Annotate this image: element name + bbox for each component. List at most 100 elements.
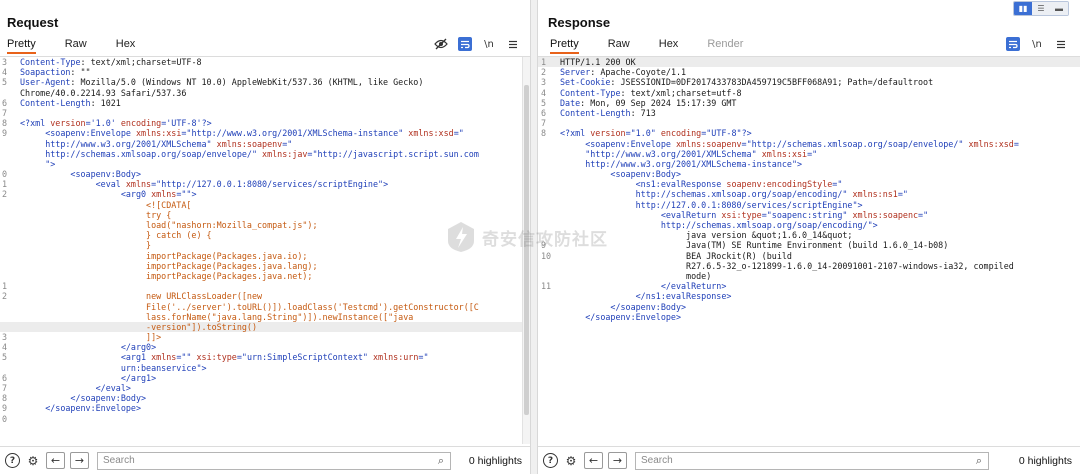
code-line: } catch (e) { [0, 230, 530, 240]
code-text: Server: Apache-Coyote/1.1 [560, 67, 687, 78]
code-line: 1 <eval xmlns="http://127.0.0.1:8080/ser… [0, 179, 530, 189]
scrollbar-thumb[interactable] [524, 85, 529, 415]
hamburger-icon[interactable] [1054, 37, 1068, 51]
code-text: HTTP/1.1 200 OK [560, 57, 636, 67]
code-text: Chrome/40.0.2214.93 Safari/537.36 [20, 87, 187, 98]
code-line: try { [0, 210, 530, 220]
search-input[interactable] [641, 455, 983, 466]
line-number: 4 [2, 67, 8, 78]
tab-render[interactable]: Render [707, 36, 743, 54]
code-text: } [20, 240, 152, 251]
line-number: 9 [2, 128, 8, 139]
code-line: 3 ]]> [0, 332, 530, 342]
code-line: 0 [0, 414, 530, 424]
tab-pretty[interactable]: Pretty [550, 36, 579, 54]
code-line: 0 <soapenv:Body> [0, 169, 530, 179]
search-box: ⌕ [635, 451, 989, 470]
response-editor[interactable]: 1 HTTP/1.1 200 OK 2 Server: Apache-Coyote/1… [538, 56, 1080, 444]
code-text: java version &quot;1.6.0_14&quot; [560, 230, 853, 241]
code-line: Chrome/40.0.2214.93 Safari/537.36 [0, 88, 530, 98]
request-search-bar: ? ⚙ ← → ⌕ 0 highlights [0, 446, 530, 474]
arrow-right-icon[interactable]: → [608, 452, 627, 469]
code-text: <arg1 xmlns="" xsi:type="urn:SimpleScrip… [20, 352, 429, 363]
help-icon[interactable]: ? [5, 453, 20, 468]
line-number: 7 [541, 118, 547, 129]
response-tabs: Pretty Raw Hex Render [543, 36, 765, 54]
response-pane: ▮▮ ☰ ▬ Response Pretty Raw Hex Render \n… [538, 0, 1080, 474]
hamburger-icon[interactable] [506, 37, 520, 51]
code-line: 4 Content-Type: text/xml;charset=utf-8 [538, 88, 1080, 98]
tab-raw[interactable]: Raw [608, 36, 630, 54]
line-number: 3 [541, 77, 547, 88]
code-text: "http://www.w3.org/2001/XMLSchema" xmlns… [560, 148, 818, 159]
tab-hex[interactable]: Hex [659, 36, 679, 54]
code-text: </soapenv:Body> [560, 301, 687, 312]
code-line: 2 <arg0 xmlns=""> [0, 189, 530, 199]
code-text: <soapenv:Body> [560, 169, 682, 180]
help-icon[interactable]: ? [543, 453, 558, 468]
code-line: -version"]).toString() [0, 321, 530, 333]
code-text: ]]> [20, 332, 162, 343]
code-text: http://schemas.xmlsoap.org/soap/encoding… [560, 189, 908, 200]
code-line: 1 HTTP/1.1 200 OK [538, 57, 1080, 68]
code-line: <ns1:evalResponse soapenv:encodingStyle=… [538, 179, 1080, 189]
split-vertical-icon[interactable]: ▮▮ [1014, 2, 1032, 15]
code-text: </soapenv:Body> [20, 393, 147, 404]
code-text: <arg0 xmlns=""> [20, 189, 197, 200]
code-text: http://www.w3.org/2001/XMLSchema-instanc… [560, 158, 803, 169]
line-number: 0 [2, 413, 8, 424]
code-line: 7 [0, 108, 530, 118]
search-box: ⌕ [97, 451, 451, 470]
search-input[interactable] [103, 455, 445, 466]
code-text: <soapenv:Envelope xmlns:soapenv="http://… [560, 138, 1019, 149]
code-line: http://schemas.xmlsoap.org/soap/encoding… [538, 220, 1080, 230]
line-number: 1 [2, 281, 8, 292]
tab-hex[interactable]: Hex [116, 36, 136, 54]
code-line: 5 <arg1 xmlns="" xsi:type="urn:SimpleScr… [0, 352, 530, 362]
code-line: 8 </soapenv:Body> [0, 393, 530, 403]
code-line: 3 Content-Type: text/xml;charset=UTF-8 [0, 57, 530, 67]
line-number: 6 [541, 107, 547, 118]
code-text: </eval> [20, 383, 131, 393]
tab-raw[interactable]: Raw [65, 36, 87, 54]
single-pane-icon[interactable]: ▬ [1050, 2, 1068, 15]
code-text: <soapenv:Body> [20, 169, 142, 180]
code-text: <ns1:evalResponse soapenv:encodingStyle=… [560, 179, 843, 190]
arrow-left-icon[interactable]: ← [46, 452, 65, 469]
eye-slash-icon[interactable] [434, 37, 448, 51]
request-scrollbar[interactable] [522, 57, 530, 444]
line-number: 4 [2, 342, 8, 353]
code-line: lass.forName("java.lang.String")]).newIn… [0, 312, 530, 322]
line-number: 9 [2, 403, 8, 414]
newline-toggle[interactable]: \n [482, 37, 496, 51]
tab-pretty[interactable]: Pretty [7, 36, 36, 54]
split-horizontal-icon[interactable]: ☰ [1032, 2, 1050, 15]
request-toolbar: \n [434, 37, 520, 51]
code-text: importPackage(Packages.java.io); [20, 250, 308, 261]
line-number: 7 [2, 107, 8, 118]
search-icon[interactable]: ⌕ [438, 455, 444, 468]
code-line: 2 new URLClassLoader([new [0, 291, 530, 301]
code-line: 4 </arg0> [0, 342, 530, 352]
code-text: <evalReturn xsi:type="soapenc:string" xm… [560, 209, 929, 220]
wrap-icon[interactable] [1006, 37, 1020, 51]
search-icon[interactable]: ⌕ [976, 455, 982, 468]
code-text: </soapenv:Envelope> [560, 311, 682, 322]
code-text: Content-Length: 1021 [20, 97, 121, 108]
code-line: R27.6.5-32_o-121899-1.6.0_14-20091001-21… [538, 261, 1080, 271]
arrow-left-icon[interactable]: ← [584, 452, 603, 469]
newline-toggle[interactable]: \n [1030, 37, 1044, 51]
code-text: Set-Cookie: JSESSIONID=0DF2017433783DA45… [560, 77, 934, 88]
code-line: 6 Content-Length: 1021 [0, 98, 530, 108]
wrap-icon[interactable] [458, 37, 472, 51]
line-number: 8 [541, 128, 547, 139]
pane-divider[interactable] [530, 0, 538, 474]
code-text: importPackage(Packages.java.lang); [20, 260, 318, 271]
code-text: </arg0> [20, 342, 157, 353]
request-editor[interactable]: 3 Content-Type: text/xml;charset=UTF-8 4 So… [0, 56, 530, 444]
gear-icon[interactable]: ⚙ [563, 453, 579, 469]
code-text: } catch (e) { [20, 230, 212, 241]
arrow-right-icon[interactable]: → [70, 452, 89, 469]
gear-icon[interactable]: ⚙ [25, 453, 41, 469]
code-text: Content-Type: text/xml;charset=UTF-8 [20, 57, 202, 67]
